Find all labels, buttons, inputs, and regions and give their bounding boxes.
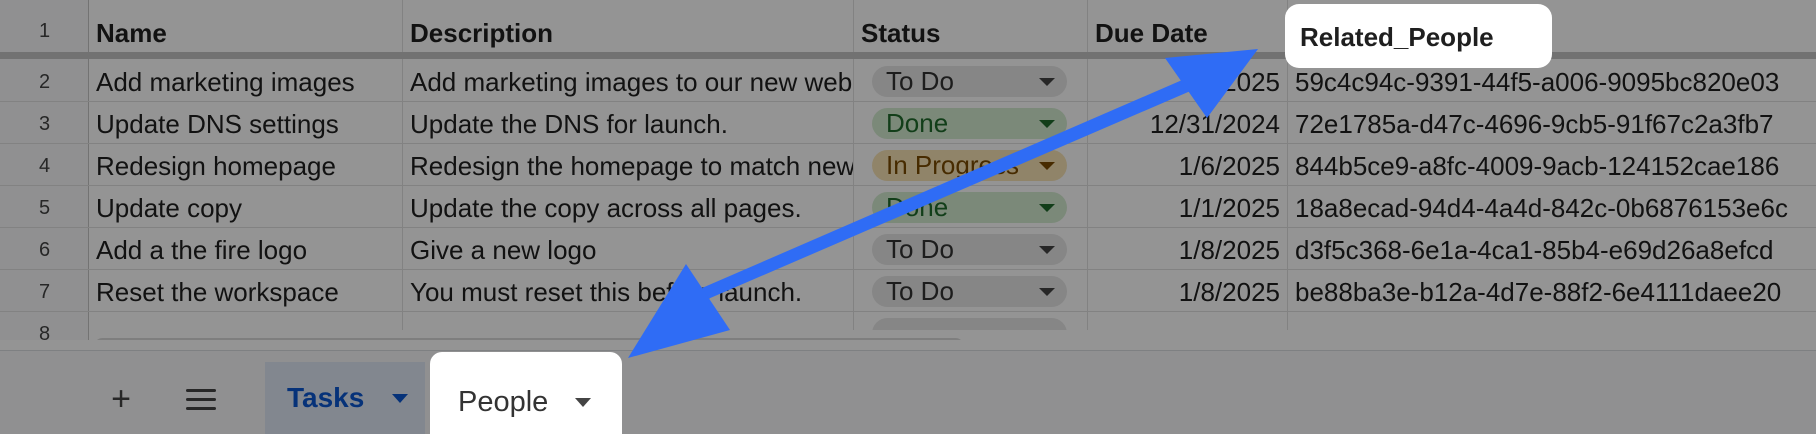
chevron-down-icon: [1039, 162, 1055, 170]
status-chip-label: Done: [886, 192, 949, 222]
status-chip-dropdown[interactable]: Done: [872, 108, 1067, 139]
row-number[interactable]: 5: [0, 187, 89, 229]
row-number[interactable]: 6: [0, 229, 89, 271]
cell-name[interactable]: Add marketing images: [89, 61, 402, 103]
chevron-down-icon: [1039, 246, 1055, 254]
row-number[interactable]: 8: [0, 313, 89, 340]
cell-name[interactable]: Update DNS settings: [89, 103, 402, 145]
cell-description[interactable]: Update the DNS for launch.: [403, 103, 853, 145]
chevron-down-icon: [1039, 120, 1055, 128]
status-chip-dropdown[interactable]: To Do: [872, 234, 1067, 265]
cell-related-people[interactable]: be88ba3e-b12a-4d7e-88f2-6e4111daee20: [1288, 271, 1816, 313]
chevron-down-icon: [1039, 204, 1055, 212]
status-chip-dropdown[interactable]: To Do: [872, 66, 1067, 97]
cell-description[interactable]: Give a new logo: [403, 229, 853, 271]
column-header-status[interactable]: Status: [854, 12, 1087, 54]
cell-name[interactable]: Reset the workspace: [89, 271, 402, 313]
cell-related-people[interactable]: 844b5ce9-a8fc-4009-9acb-124152cae186: [1288, 145, 1816, 187]
cell-description[interactable]: Redesign the homepage to match new brand…: [403, 145, 853, 187]
row-number-column: 1 2 3 4 5 6 7 8: [0, 0, 89, 340]
cell-due-date[interactable]: 1/8/2025: [1088, 271, 1287, 313]
horizontal-scrollbar[interactable]: [94, 338, 964, 340]
row-number[interactable]: 7: [0, 271, 89, 313]
cell-name[interactable]: Redesign homepage: [89, 145, 402, 187]
highlighted-column-header[interactable]: Related_People: [1287, 6, 1550, 66]
cell-related-people[interactable]: d3f5c368-6e1a-4ca1-85b4-e69d26a8efcd: [1288, 229, 1816, 271]
status-chip-label: Done: [886, 108, 949, 138]
cell-due-date[interactable]: 1/1/2025: [1088, 187, 1287, 229]
status-chip-dropdown[interactable]: To Do: [872, 276, 1067, 307]
cell-name[interactable]: Update copy: [89, 187, 402, 229]
cell-due-date[interactable]: 1/8/2025: [1088, 229, 1287, 271]
chevron-down-icon: [1039, 288, 1055, 296]
row-number[interactable]: 1: [0, 10, 89, 52]
tab-people[interactable]: People: [430, 352, 622, 434]
status-chip-label: To Do: [886, 66, 954, 96]
column-header-related-people[interactable]: Related_People: [1295, 16, 1494, 58]
chevron-down-icon: [575, 398, 591, 407]
cell-name[interactable]: Add a the fire logo: [89, 229, 402, 271]
cell-related-people[interactable]: 59c4c94c-9391-44f5-a006-9095bc820e03: [1288, 61, 1816, 103]
status-chip-label: To Do: [886, 234, 954, 264]
status-chip-dropdown[interactable]: In Progress: [872, 150, 1067, 181]
cell-description[interactable]: Add marketing images to our new website.: [403, 61, 853, 103]
cell-related-people[interactable]: 72e1785a-d47c-4696-9cb5-91f67c2a3fb7: [1288, 103, 1816, 145]
chevron-down-icon: [392, 394, 408, 403]
cell-related-people[interactable]: 18a8ecad-94d4-4a4d-842c-0b6876153e6c: [1288, 187, 1816, 229]
tab-label: Tasks: [287, 382, 365, 413]
status-chip-label: In Progress: [886, 150, 1019, 180]
tab-tasks[interactable]: Tasks: [265, 362, 425, 434]
column-header-name[interactable]: Name: [89, 12, 402, 54]
column-header-description[interactable]: Description: [403, 12, 853, 54]
column-header-due-date[interactable]: Due Date: [1088, 12, 1287, 54]
cell-due-date[interactable]: 12/31/2024: [1088, 103, 1287, 145]
plus-icon[interactable]: +: [93, 371, 149, 427]
cell-due-date[interactable]: 1/1/2025: [1088, 61, 1287, 103]
status-chip-dropdown[interactable]: Done: [872, 192, 1067, 223]
tab-label: People: [458, 386, 549, 418]
cell-description[interactable]: Update the copy across all pages.: [403, 187, 853, 229]
menu-lines-icon[interactable]: [186, 389, 216, 411]
status-chip-label: To Do: [886, 276, 954, 306]
cell-due-date[interactable]: 1/6/2025: [1088, 145, 1287, 187]
row-number[interactable]: 2: [0, 61, 89, 103]
row-number[interactable]: 3: [0, 103, 89, 145]
cell-description[interactable]: You must reset this before launch.: [403, 271, 853, 313]
row-number[interactable]: 4: [0, 145, 89, 187]
chevron-down-icon: [1039, 78, 1055, 86]
